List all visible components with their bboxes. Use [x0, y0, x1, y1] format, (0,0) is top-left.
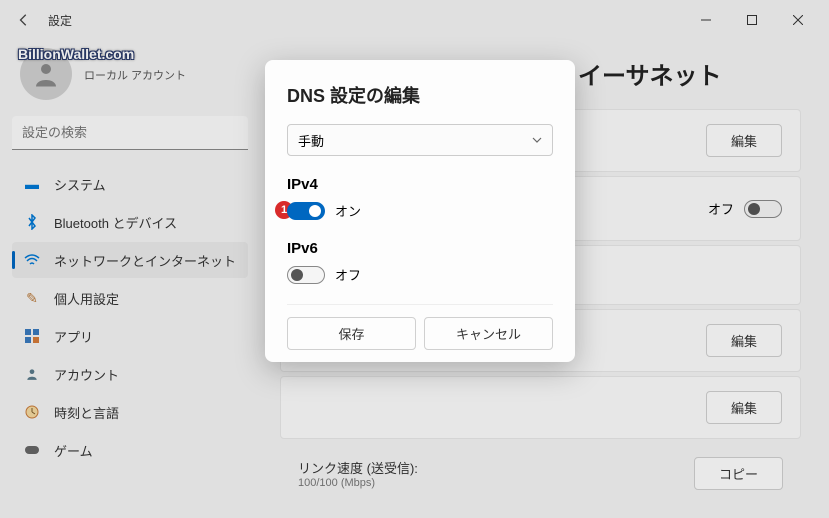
- ipv4-label: IPv4: [287, 176, 553, 193]
- dns-edit-dialog: DNS 設定の編集 手動 IPv4 1 オン IPv6 オフ 保存 キャンセル: [265, 60, 575, 362]
- chevron-down-icon: [532, 137, 542, 143]
- toggle-state: オン: [335, 201, 361, 220]
- save-button[interactable]: 保存: [287, 317, 416, 350]
- cancel-button[interactable]: キャンセル: [424, 317, 553, 350]
- dialog-title: DNS 設定の編集: [287, 82, 553, 108]
- ipv4-toggle-row: 1 オン: [287, 201, 553, 220]
- ipv6-toggle-row: オフ: [287, 265, 553, 284]
- toggle-state: オフ: [335, 265, 361, 284]
- ipv4-toggle[interactable]: [287, 202, 325, 220]
- dns-mode-select[interactable]: 手動: [287, 124, 553, 156]
- ipv6-label: IPv6: [287, 240, 553, 257]
- ipv6-toggle[interactable]: [287, 266, 325, 284]
- select-value: 手動: [298, 131, 324, 150]
